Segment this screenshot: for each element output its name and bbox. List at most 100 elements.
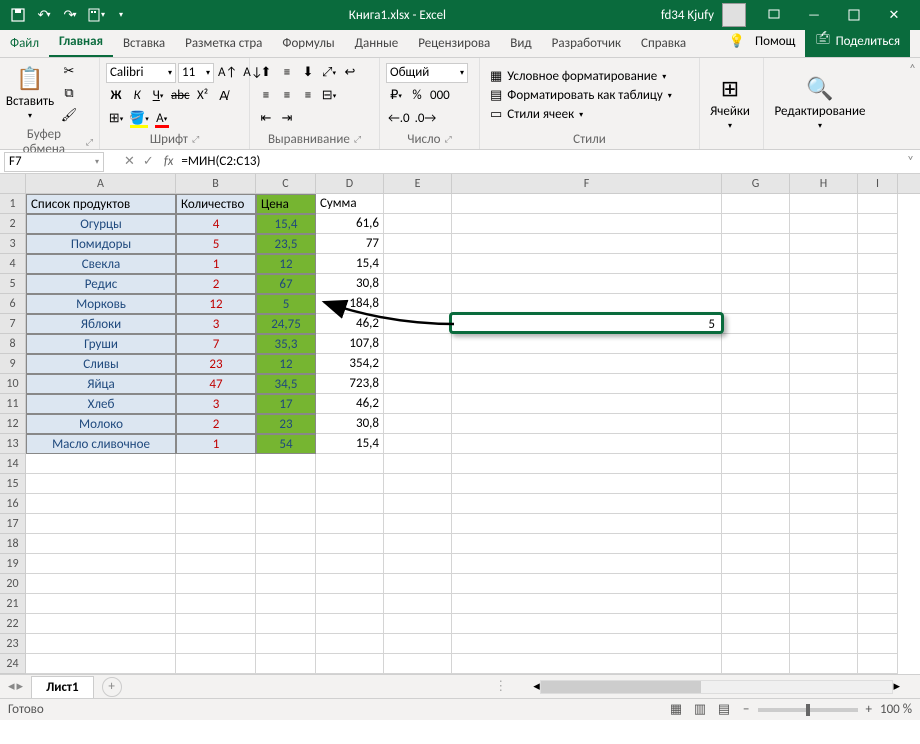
select-all-corner[interactable] (0, 174, 26, 193)
cell[interactable]: 23 (256, 414, 316, 434)
superscript-icon[interactable]: X² (193, 86, 213, 106)
cell[interactable] (384, 654, 452, 674)
cell[interactable]: 107,8 (316, 334, 384, 354)
align-bottom-icon[interactable]: ⬇ (298, 63, 318, 83)
row-header[interactable]: 10 (0, 374, 26, 394)
sheet-tab[interactable]: Лист1 (31, 676, 94, 698)
cell[interactable] (722, 354, 790, 374)
cell[interactable] (316, 454, 384, 474)
cell[interactable] (256, 494, 316, 514)
column-header[interactable]: F (452, 174, 722, 193)
cell[interactable] (384, 354, 452, 374)
cell[interactable] (790, 394, 858, 414)
cell[interactable]: 77 (316, 234, 384, 254)
cell[interactable] (452, 274, 722, 294)
cell[interactable]: 23,5 (256, 234, 316, 254)
cell[interactable]: 34,5 (256, 374, 316, 394)
sheet-nav-next-icon[interactable]: ▸ (17, 679, 24, 694)
row-header[interactable]: 8 (0, 334, 26, 354)
cell[interactable]: 15,4 (316, 254, 384, 274)
cell[interactable] (452, 454, 722, 474)
cell[interactable] (722, 634, 790, 654)
cell[interactable] (26, 474, 176, 494)
cell[interactable] (722, 594, 790, 614)
cell[interactable] (26, 594, 176, 614)
cell[interactable] (384, 374, 452, 394)
cell[interactable] (256, 474, 316, 494)
cell[interactable]: 30,8 (316, 414, 384, 434)
cell[interactable] (722, 254, 790, 274)
cell[interactable] (384, 234, 452, 254)
cell[interactable] (722, 454, 790, 474)
cell[interactable] (256, 614, 316, 634)
add-sheet-icon[interactable]: + (102, 677, 122, 697)
cell[interactable] (384, 194, 452, 214)
decrease-decimal-icon[interactable]: .0→ (413, 109, 439, 129)
cell[interactable] (452, 214, 722, 234)
cell[interactable] (26, 554, 176, 574)
cell[interactable] (384, 294, 452, 314)
cell[interactable]: 54 (256, 434, 316, 454)
cell[interactable] (790, 414, 858, 434)
cell[interactable] (452, 534, 722, 554)
cell[interactable] (722, 274, 790, 294)
cell[interactable]: 12 (256, 354, 316, 374)
qat-more-icon[interactable]: ▾ (84, 3, 108, 27)
cell[interactable]: 67 (256, 274, 316, 294)
cell[interactable] (722, 214, 790, 234)
cell[interactable] (790, 194, 858, 214)
cell[interactable] (858, 514, 898, 534)
cell[interactable]: 23 (176, 354, 256, 374)
cell[interactable] (384, 414, 452, 434)
cell[interactable] (452, 234, 722, 254)
row-header[interactable]: 20 (0, 574, 26, 594)
cell[interactable] (452, 574, 722, 594)
cell[interactable] (384, 434, 452, 454)
cell[interactable] (26, 494, 176, 514)
column-header[interactable]: E (384, 174, 452, 193)
cell[interactable] (384, 274, 452, 294)
cut-icon[interactable]: ✂ (58, 61, 80, 81)
accept-formula-icon[interactable]: ✓ (143, 154, 154, 169)
cell[interactable] (256, 594, 316, 614)
row-header[interactable]: 15 (0, 474, 26, 494)
cell[interactable] (384, 514, 452, 534)
cell[interactable]: Огурцы (26, 214, 176, 234)
cell[interactable] (790, 274, 858, 294)
increase-font-icon[interactable]: A↑ (216, 63, 239, 83)
cell[interactable] (176, 634, 256, 654)
cell[interactable] (452, 374, 722, 394)
cell[interactable] (26, 614, 176, 634)
cell[interactable]: 184,8 (316, 294, 384, 314)
cell[interactable] (790, 474, 858, 494)
cell[interactable] (858, 234, 898, 254)
cell[interactable] (452, 194, 722, 214)
conditional-formatting-button[interactable]: ▦Условное форматирование▾ (486, 68, 676, 85)
cell[interactable] (256, 534, 316, 554)
cell[interactable] (790, 234, 858, 254)
align-top-icon[interactable]: ⬆ (256, 63, 276, 83)
cell[interactable] (316, 594, 384, 614)
cell[interactable]: 2 (176, 274, 256, 294)
row-header[interactable]: 16 (0, 494, 26, 514)
cell[interactable] (256, 654, 316, 674)
cell[interactable] (452, 334, 722, 354)
cell[interactable] (790, 534, 858, 554)
cell[interactable]: 12 (256, 254, 316, 274)
format-as-table-button[interactable]: ▤Форматировать как таблицу▾ (486, 87, 676, 104)
cell[interactable]: Список продуктов (26, 194, 176, 214)
dialog-launcher-icon[interactable]: ⤢ (445, 134, 452, 145)
cell[interactable] (452, 254, 722, 274)
cell[interactable]: Морковь (26, 294, 176, 314)
tab-view[interactable]: Вид (500, 30, 541, 57)
cell[interactable] (722, 294, 790, 314)
tab-review[interactable]: Рецензирова (408, 30, 500, 57)
cell[interactable] (452, 614, 722, 634)
cell[interactable] (384, 594, 452, 614)
row-header[interactable]: 14 (0, 454, 26, 474)
cell[interactable] (452, 314, 722, 334)
dialog-launcher-icon[interactable]: ⤢ (192, 134, 199, 145)
cell[interactable] (790, 334, 858, 354)
percent-icon[interactable]: % (407, 86, 427, 106)
cell[interactable]: 1 (176, 254, 256, 274)
